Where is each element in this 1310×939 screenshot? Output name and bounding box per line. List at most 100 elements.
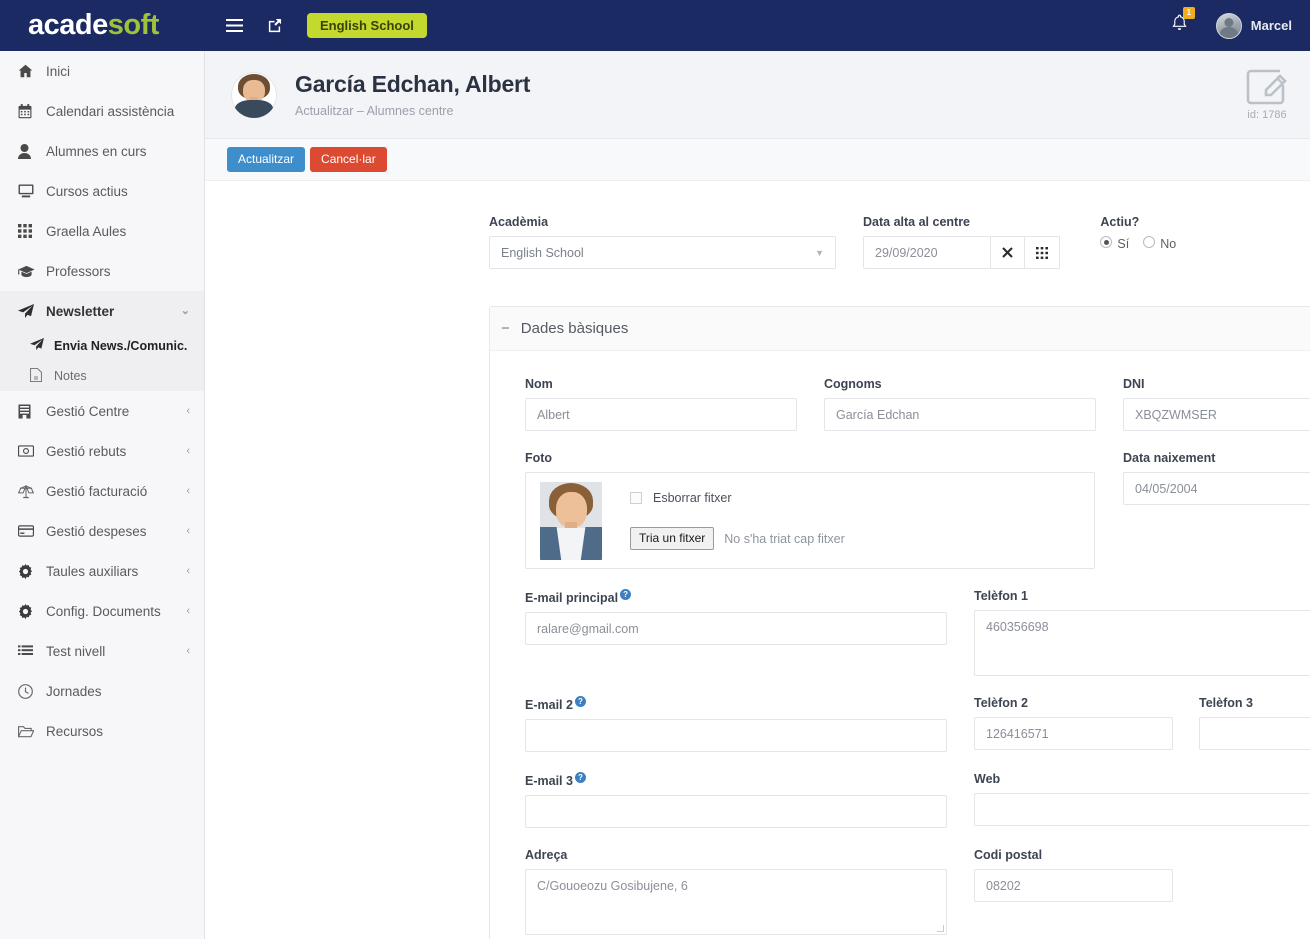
sidebar-item-calendari-assistencia[interactable]: Calendari assistència [0, 91, 204, 131]
sidebar-item-gestio-despeses[interactable]: Gestió despeses ‹ [0, 511, 204, 551]
actiu-radio-no[interactable]: No [1143, 236, 1176, 251]
sidebar-item-taules-auxiliars[interactable]: Taules auxiliars ‹ [0, 551, 204, 591]
cognoms-input[interactable]: García Edchan [824, 398, 1096, 431]
help-icon[interactable]: ? [574, 696, 586, 707]
credit-card-icon [18, 525, 40, 537]
notifications-button[interactable]: 1 [1171, 7, 1195, 37]
external-link-icon[interactable] [263, 15, 285, 37]
dni-input[interactable]: XBQZWMSER [1123, 398, 1310, 431]
sidebar-item-test-nivell[interactable]: Test nivell ‹ [0, 631, 204, 671]
sidebar-item-label: Gestió facturació [46, 483, 148, 499]
sidebar-item-graella-aules[interactable]: Graella Aules [0, 211, 204, 251]
top-form-row: Acadèmia English School ▼ Data alta al c… [489, 215, 1310, 269]
telefon3-input[interactable] [1199, 717, 1310, 750]
web-field-group: Web [974, 772, 1310, 828]
calendar-grid-icon[interactable] [1025, 236, 1061, 269]
hamburger-icon[interactable] [223, 15, 245, 37]
sidebar-subitem-envia-news[interactable]: Envia News./Comunic. [0, 331, 204, 361]
dni-field-group: DNI XBQZWMSER [1123, 377, 1310, 431]
email-principal-input[interactable]: ralare@gmail.com [525, 612, 947, 646]
graduation-cap-icon [18, 265, 40, 278]
sidebar-item-jornades[interactable]: Jornades [0, 671, 204, 711]
user-icon [18, 143, 40, 159]
panel-title: Dades bàsiques [520, 320, 629, 337]
nom-input[interactable]: Albert [525, 398, 797, 431]
cancel-button[interactable]: Cancel·lar [310, 146, 387, 173]
brand-logo[interactable]: acade soft [0, 0, 205, 51]
chevron-left-icon: ‹ [186, 444, 190, 457]
paper-plane-icon [30, 338, 50, 354]
help-icon[interactable]: ? [574, 772, 586, 784]
help-icon[interactable]: ? [620, 589, 632, 600]
minus-icon[interactable]: − [501, 320, 510, 337]
sidebar-item-label: Test nivell [46, 643, 106, 659]
sidebar-item-gestio-facturacio[interactable]: Gestió facturació ‹ [0, 471, 204, 511]
record-id: id: 1786 [1247, 108, 1287, 121]
actiu-field-group: Actiu? Sí No [1100, 215, 1284, 269]
student-photo [540, 481, 602, 560]
data-naixement-label: Data naixement [1123, 451, 1216, 465]
email2-label: E-mail 2? [525, 696, 947, 712]
sidebar-item-newsletter[interactable]: Newsletter ⌄ [0, 291, 204, 331]
sidebar-item-alumnes-en-curs[interactable]: Alumnes en curs [0, 131, 204, 171]
sidebar-item-config-documents[interactable]: Config. Documents ‹ [0, 591, 204, 631]
email-principal-label: E-mail principal? [525, 589, 947, 605]
choose-file-button[interactable]: Tria un fitxer [630, 526, 715, 551]
actiu-yes-label: Sí [1117, 237, 1130, 251]
telefon1-textarea[interactable]: 460356698 [974, 610, 1310, 676]
calendar-icon [18, 103, 40, 119]
sidebar-item-gestio-rebuts[interactable]: Gestió rebuts ‹ [0, 431, 204, 471]
building-icon [18, 404, 40, 419]
telefon2-input[interactable]: 126416571 [974, 717, 1173, 750]
foto-row: Foto Esborrar fitxer Tria un fitxer No s… [525, 451, 1310, 569]
sidebar-item-inici[interactable]: Inici [0, 51, 204, 91]
top-navbar: acade soft English School 1 Marcel [0, 0, 1310, 51]
data-alta-field-group: Data alta al centre 29/09/2020 [863, 215, 1061, 269]
sidebar-subitem-label: Envia News./Comunic. [54, 339, 188, 353]
scales-icon [18, 484, 40, 499]
panel-body: Nom Albert Cognoms García Edchan DNI XBQ… [490, 351, 1310, 936]
codi-postal-input[interactable]: 08202 [974, 869, 1173, 903]
update-button[interactable]: Actualitzar [227, 146, 306, 173]
folder-open-icon [18, 725, 40, 738]
data-alta-input[interactable]: 29/09/2020 [863, 236, 991, 269]
sidebar-item-cursos-actius[interactable]: Cursos actius [0, 171, 204, 211]
school-pill[interactable]: English School [307, 13, 427, 38]
adreca-textarea[interactable]: C/Gouoeozu Gosibujene, 6 [525, 869, 947, 936]
chevron-left-icon: ‹ [186, 564, 190, 577]
sidebar-item-professors[interactable]: Professors [0, 251, 204, 291]
email2-field-group: E-mail 2? [525, 696, 947, 753]
actiu-radio-yes[interactable]: Sí [1100, 236, 1129, 251]
sidebar-item-label: Gestió rebuts [46, 443, 127, 459]
esborrar-fitxer-label: Esborrar fitxer [653, 490, 732, 505]
home-icon [18, 64, 40, 78]
email3-input[interactable] [525, 795, 947, 829]
clock-icon [18, 683, 40, 699]
panel-header[interactable]: − Dades bàsiques [490, 307, 1310, 351]
adreca-label: Adreça [525, 848, 568, 863]
email2-input[interactable] [525, 719, 947, 753]
academia-field-group: Acadèmia English School ▼ [489, 215, 837, 269]
edit-pencil-icon[interactable] [1246, 69, 1288, 105]
sidebar-item-label: Alumnes en curs [46, 143, 147, 159]
student-avatar [231, 71, 277, 118]
foto-controls: Esborrar fitxer Tria un fitxer No s'ha t… [630, 491, 845, 551]
sidebar-item-gestio-centre[interactable]: Gestió Centre ‹ [0, 391, 204, 431]
brand-logo-second: soft [107, 9, 160, 41]
sidebar-item-recursos[interactable]: Recursos [0, 711, 204, 751]
file-status-text: No s'ha triat cap fitxer [724, 531, 845, 546]
sidebar-subitem-notes[interactable]: Notes [0, 361, 204, 391]
chevron-down-icon: ▼ [815, 247, 825, 258]
esborrar-fitxer-checkbox[interactable] [630, 491, 642, 504]
sidebar: Inici Calendari assistència Alumnes en c… [0, 51, 205, 939]
paper-plane-icon [18, 303, 40, 319]
sidebar-item-label: Taules auxiliars [46, 563, 139, 579]
user-name[interactable]: Marcel [1251, 18, 1292, 33]
web-input[interactable] [974, 793, 1310, 827]
codi-postal-label: Codi postal [974, 848, 1043, 863]
data-naixement-input[interactable]: 04/05/2004 [1123, 472, 1310, 505]
academia-select[interactable]: English School ▼ [489, 236, 837, 269]
clear-x-icon[interactable] [990, 236, 1026, 269]
esborrar-fitxer-row[interactable]: Esborrar fitxer [630, 491, 845, 505]
avatar[interactable] [1215, 12, 1242, 39]
